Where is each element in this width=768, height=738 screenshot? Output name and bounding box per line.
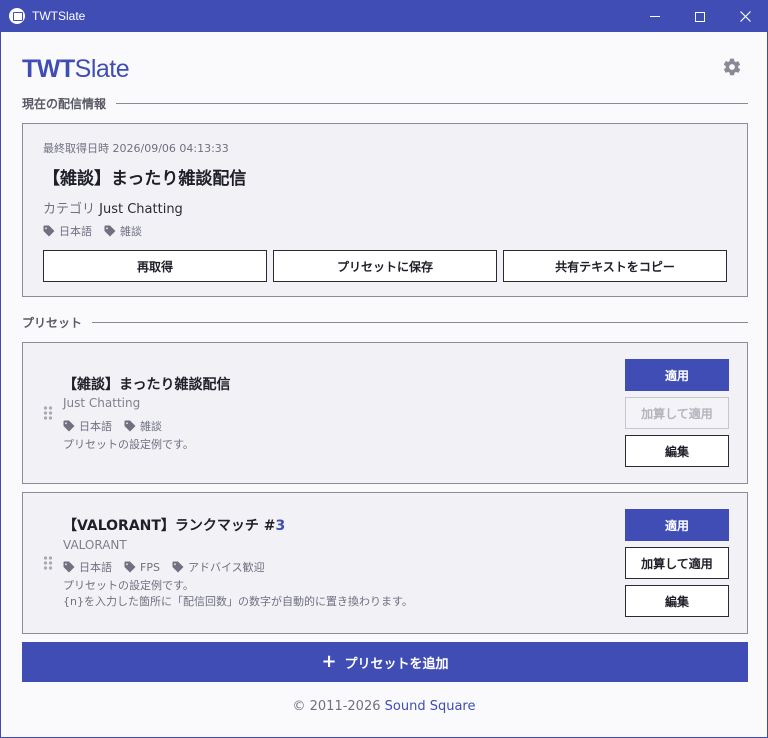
tag-label: アドバイス歓迎 bbox=[187, 561, 265, 574]
tag-icon bbox=[63, 561, 75, 573]
preset-category: VALORANT bbox=[63, 538, 127, 552]
close-icon bbox=[739, 11, 751, 22]
tag-icon bbox=[43, 225, 55, 237]
stream-title: 【雑談】まったり雑談配信 bbox=[43, 169, 247, 189]
window-title: TWTSlate bbox=[32, 9, 86, 23]
tag-icon bbox=[172, 561, 184, 573]
preset-title-text: 【VALORANT】ランクマッチ # bbox=[63, 518, 276, 534]
stream-category: カテゴリ Just Chatting bbox=[43, 198, 183, 217]
drag-handle-icon[interactable] bbox=[43, 556, 53, 570]
preset-description-line: {n}を入力した箇所に「配信回数」の数字が自動的に置き換わります。 bbox=[63, 595, 413, 608]
tag-label: 日本語 bbox=[79, 420, 112, 433]
section-divider bbox=[116, 102, 748, 104]
maximize-icon bbox=[695, 11, 705, 22]
app-icon bbox=[9, 8, 25, 24]
tag: アドバイス歓迎 bbox=[172, 559, 265, 575]
preset-card: 【雑談】まったり雑談配信 Just Chatting 日本語 雑談 プリセットの… bbox=[22, 342, 748, 484]
last-fetched-time: 最終取得日時 2026/09/06 04:13:33 bbox=[43, 142, 229, 155]
category-label: カテゴリ bbox=[43, 202, 96, 217]
tag: 日本語 bbox=[63, 418, 112, 434]
tag-icon bbox=[63, 420, 75, 432]
refetch-button[interactable]: 再取得 bbox=[43, 250, 267, 282]
tag: 雑談 bbox=[124, 418, 162, 434]
presets-section-heading: プリセット bbox=[22, 314, 748, 330]
apply-button[interactable]: 適用 bbox=[625, 509, 729, 541]
footer: © 2011-2026 Sound Square bbox=[1, 699, 767, 714]
tag-label: 雑談 bbox=[140, 420, 162, 433]
settings-button[interactable] bbox=[722, 57, 742, 77]
apply-button[interactable]: 適用 bbox=[625, 359, 729, 391]
brand-link[interactable]: Sound Square bbox=[385, 699, 476, 714]
tag: 日本語 bbox=[63, 559, 112, 575]
preset-title: 【VALORANT】ランクマッチ #3 bbox=[63, 515, 285, 535]
preset-tags: 日本語 FPS アドバイス歓迎 bbox=[63, 559, 265, 575]
preset-tags: 日本語 雑談 bbox=[63, 418, 162, 434]
tag: FPS bbox=[124, 559, 160, 575]
minimize-button[interactable] bbox=[632, 1, 678, 32]
tag-icon bbox=[104, 225, 116, 237]
close-button[interactable] bbox=[722, 1, 768, 32]
logo-light-text: Slate bbox=[74, 55, 130, 83]
edit-button[interactable]: 編集 bbox=[625, 585, 729, 617]
preset-description: プリセットの設定例です。 {n}を入力した箇所に「配信回数」の数字が自動的に置き… bbox=[63, 578, 413, 610]
apply-incremented-button[interactable]: 加算して適用 bbox=[625, 397, 729, 429]
section-divider bbox=[92, 321, 748, 323]
preset-title-number: 3 bbox=[275, 518, 286, 534]
stream-tags: 日本語 雑談 bbox=[43, 223, 142, 239]
tag: 日本語 bbox=[43, 223, 92, 239]
preset-category: Just Chatting bbox=[63, 396, 141, 410]
preset-description-line: プリセットの設定例です。 bbox=[63, 579, 194, 592]
copyright-text: © 2011-2026 bbox=[292, 699, 381, 714]
app-logo: TWTSlate bbox=[22, 55, 130, 84]
tag-label: FPS bbox=[140, 560, 160, 574]
tag-icon bbox=[124, 420, 136, 432]
current-section-heading: 現在の配信情報 bbox=[22, 95, 748, 111]
drag-handle-icon[interactable] bbox=[43, 406, 53, 420]
preset-title: 【雑談】まったり雑談配信 bbox=[63, 377, 231, 393]
add-preset-label: プリセットを追加 bbox=[344, 656, 449, 672]
app-window: TWTSlate TWTSlate 現在の配信情報 最終取得日時 2026/09… bbox=[0, 0, 768, 738]
minimize-icon bbox=[650, 16, 660, 17]
tag-label: 日本語 bbox=[59, 225, 92, 238]
preset-card: 【VALORANT】ランクマッチ #3 VALORANT 日本語 FPS アドバ… bbox=[22, 492, 748, 634]
category-value: Just Chatting bbox=[99, 202, 183, 217]
edit-button[interactable]: 編集 bbox=[625, 435, 729, 467]
apply-incremented-button[interactable]: 加算して適用 bbox=[625, 547, 729, 579]
add-preset-button[interactable]: + プリセットを追加 bbox=[22, 642, 748, 682]
gear-icon bbox=[723, 58, 741, 76]
tag-label: 日本語 bbox=[79, 561, 112, 574]
maximize-button[interactable] bbox=[677, 1, 723, 32]
title-bar[interactable]: TWTSlate bbox=[1, 1, 767, 32]
presets-section-label: プリセット bbox=[22, 315, 83, 330]
tag: 雑談 bbox=[104, 223, 142, 239]
current-stream-card: 最終取得日時 2026/09/06 04:13:33 【雑談】まったり雑談配信 … bbox=[22, 123, 748, 297]
plus-icon: + bbox=[321, 651, 337, 672]
preset-description: プリセットの設定例です。 bbox=[63, 438, 194, 451]
copy-share-text-button[interactable]: 共有テキストをコピー bbox=[503, 250, 727, 282]
current-section-label: 現在の配信情報 bbox=[22, 96, 107, 111]
logo-bold-text: TWT bbox=[22, 55, 75, 83]
tag-label: 雑談 bbox=[120, 225, 142, 238]
tag-icon bbox=[124, 561, 136, 573]
save-preset-button[interactable]: プリセットに保存 bbox=[273, 250, 497, 282]
